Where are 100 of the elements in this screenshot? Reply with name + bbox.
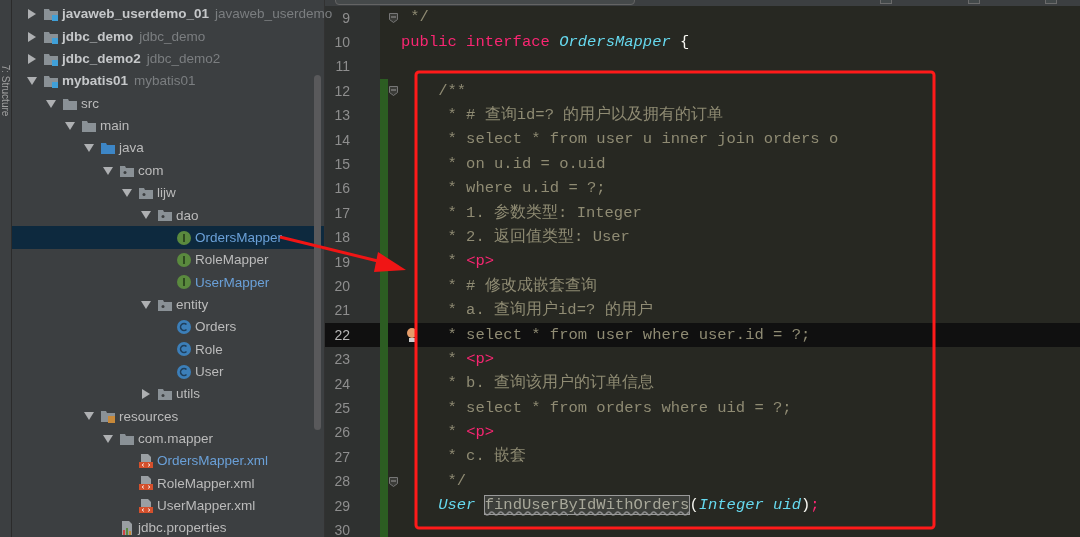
line-number: 21 [333,301,350,321]
tree-item[interactable]: src [81,96,99,111]
tree-item[interactable]: RoleMapper.xml [157,476,255,491]
collapse-arrow-icon[interactable] [28,9,36,20]
tree-item[interactable]: OrdersMapper.xml [157,454,269,468]
tree-item[interactable]: main [100,119,130,133]
tool-window-label[interactable]: 7: Structure [0,64,14,116]
code-line: */ [410,10,429,26]
expand-arrow-icon[interactable] [141,211,151,220]
tree-item[interactable]: jdbc_demo2 [62,52,141,66]
expand-arrow-icon[interactable] [122,188,132,197]
module-icon [43,73,59,90]
code-token: ( [689,496,699,515]
line-number: 23 [333,350,350,370]
scrollbar[interactable] [314,75,321,430]
folder-icon [100,140,116,157]
fold-marker-icon[interactable] [388,86,398,97]
line-number: 30 [333,520,350,537]
collapse-arrow-icon[interactable] [142,389,150,399]
line-number: 26 [333,423,350,443]
tree-item[interactable]: com.mapper [138,431,214,446]
tree-item[interactable]: utils [176,387,200,401]
class-icon [176,363,192,380]
tree-item[interactable]: jdbc.properties [138,521,227,535]
tree-item[interactable]: RoleMapper [195,253,269,267]
code-line: */ [447,473,467,490]
line-number: 15 [333,155,350,175]
tree-item[interactable]: lijw [157,186,176,200]
collapse-arrow-icon[interactable] [28,31,36,42]
line-number: 29 [333,496,350,516]
interface-icon [176,229,192,246]
module-icon [43,6,59,23]
interface-icon [176,274,192,291]
tree-item[interactable]: entity [176,297,209,312]
tree-item[interactable]: User [195,364,224,379]
tree-item[interactable]: java [119,141,144,155]
code-line: * # 修改成嵌套查询 [447,278,597,295]
code-line: * select * from user where user.id = ?; [447,327,811,343]
tree-item[interactable]: com [138,163,164,178]
line-number: 22 [333,325,350,345]
line-number: 16 [333,179,350,199]
code-line: * <p> [447,425,495,441]
line-number: 27 [333,447,350,467]
tree-row[interactable]: OrdersMapper [12,226,324,249]
collapse-arrow-icon[interactable] [28,53,36,64]
line-number: 12 [333,81,350,101]
module-path: jdbc_demo [139,29,206,44]
line-number: 14 [333,130,350,150]
class-icon [176,319,192,335]
module-path: jdbc_demo2 [146,52,221,66]
xml-file-icon [138,453,154,470]
line-number: 17 [333,203,350,223]
resources-folder-icon [100,408,116,425]
tree-item[interactable]: UserMapper [195,275,270,290]
code-token: Integer uid [698,496,801,515]
line-number: 13 [333,106,350,126]
lightbulb-icon[interactable] [406,327,418,344]
tree-item[interactable]: OrdersMapper [195,230,283,245]
code-line: * <p> [447,351,495,368]
expand-arrow-icon[interactable] [103,434,113,443]
line-number: 19 [333,252,350,272]
class-icon [176,341,192,358]
code-line: * select * from orders where uid = ?; [447,400,792,417]
code-line: * 1. 参数类型: Integer [447,205,642,222]
tree-item[interactable]: UserMapper.xml [157,499,256,513]
highlighted-identifier: findUserByIdWithOrders [484,496,690,515]
expand-arrow-icon[interactable] [65,121,75,130]
fold-marker-icon[interactable] [388,13,398,24]
code-token: ) [801,496,811,515]
line-number: 24 [333,374,350,394]
xml-file-icon [138,497,154,514]
line-number: 11 [334,57,350,77]
tree-item[interactable]: Orders [195,320,237,334]
expand-arrow-icon[interactable] [27,77,37,86]
expand-arrow-icon[interactable] [141,300,151,309]
line-number: 20 [333,277,350,296]
module-path: javaweb_userdemo [215,7,333,21]
fold-marker-icon[interactable] [388,476,398,487]
code-line: * 2. 返回值类型: User [447,229,630,246]
line-number: 18 [333,228,350,248]
code-line: * <p> [447,254,495,270]
code-token: User [438,496,477,515]
expand-arrow-icon[interactable] [84,144,94,153]
tree-item[interactable]: mybatis01 [62,74,129,88]
expand-arrow-icon[interactable] [103,166,113,175]
code-line: /** [438,83,467,100]
code-line: * select * from user u inner join orders o [447,132,839,148]
tree-item[interactable]: javaweb_userdemo_01 [62,7,210,21]
tree-item[interactable]: resources [119,409,179,424]
xml-file-icon [138,475,154,492]
tree-item[interactable]: dao [176,208,199,222]
code-line: * on u.id = o.uid [447,156,606,173]
code-line: public interface OrdersMapper { [401,34,690,51]
module-path: mybatis01 [134,74,196,88]
expand-arrow-icon[interactable] [84,412,94,421]
tree-item[interactable]: jdbc_demo [62,29,134,44]
package-icon [157,386,173,402]
tree-item[interactable]: Role [195,342,223,357]
expand-arrow-icon[interactable] [46,99,56,108]
code-line: * where u.id = ?; [447,181,606,197]
